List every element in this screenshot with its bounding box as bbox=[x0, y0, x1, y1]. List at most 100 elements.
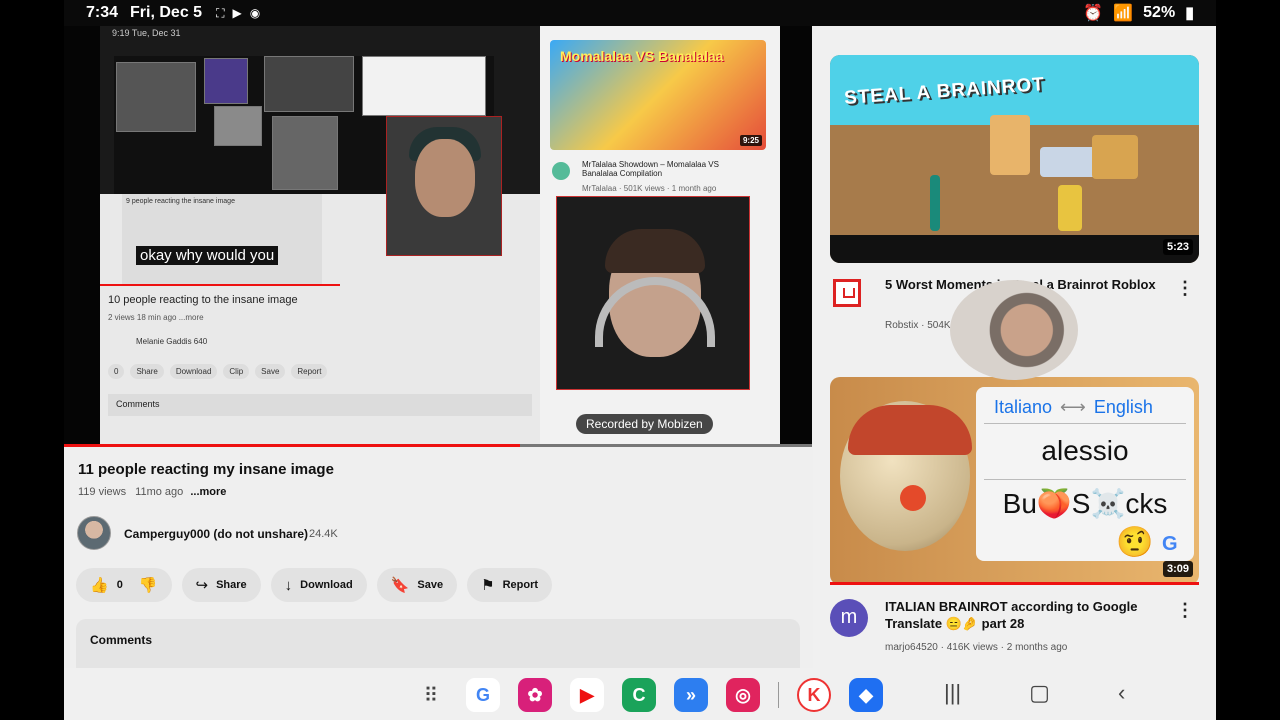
dock-separator bbox=[778, 682, 779, 708]
video-player[interactable]: 9:19 Tue, Dec 31 9 people reacting the i… bbox=[64, 26, 812, 446]
google-logo-icon: G bbox=[1162, 533, 1178, 555]
recorded-status-bar: 9:19 Tue, Dec 31 bbox=[112, 28, 181, 38]
home-icon[interactable]: ▢ bbox=[1029, 680, 1050, 706]
translate-card: Italiano ⟷ English alessio Bu🍑S☠️cks 🤨 G bbox=[976, 387, 1194, 561]
stick-figure bbox=[930, 175, 940, 231]
screen-recorder-app-icon[interactable]: ◎ bbox=[726, 678, 760, 712]
share-icon: ↪ bbox=[195, 577, 209, 594]
video-duration: 3:09 bbox=[1162, 561, 1193, 577]
more-link[interactable]: ...more bbox=[190, 486, 226, 498]
swap-arrow-icon: ⟷ bbox=[1060, 397, 1086, 417]
save-button[interactable]: 🔖 Save bbox=[376, 568, 458, 602]
phone-app-icon[interactable]: C bbox=[622, 678, 656, 712]
recorded-video-title: 10 people reacting to the insane image bbox=[108, 294, 298, 306]
notification-icons: ⛶ ▶ ◉ bbox=[216, 6, 260, 21]
video-caption: okay why would you bbox=[136, 246, 279, 265]
battery-icon: ▮ bbox=[1185, 5, 1194, 22]
nested-product-card bbox=[362, 56, 486, 116]
recorded-sub-card: 9 people reacting the insane image bbox=[122, 194, 322, 284]
side-video-title: MrTalalaa Showdown – Momalalaa VS Banala… bbox=[582, 160, 719, 178]
share-button[interactable]: ↪ Share bbox=[181, 568, 261, 602]
thumbs-up-icon[interactable]: 👍 bbox=[90, 576, 109, 594]
share-label: Share bbox=[216, 579, 247, 591]
car-figure bbox=[1040, 147, 1096, 177]
recommendation-title[interactable]: ITALIAN BRAINROT according to Google Tra… bbox=[885, 598, 1165, 632]
recorded-action: Download bbox=[169, 364, 218, 379]
like-count: 0 bbox=[116, 579, 123, 591]
creature-figure bbox=[1092, 135, 1138, 179]
screenshot-icon: ⛶ bbox=[216, 5, 225, 20]
bookmark-icon: 🔖 bbox=[390, 577, 410, 594]
channel-avatar[interactable] bbox=[77, 516, 111, 550]
recents-icon[interactable]: ||| bbox=[944, 680, 961, 706]
recorded-action: Save bbox=[255, 364, 286, 379]
channel-avatar[interactable] bbox=[833, 279, 861, 307]
gallery-app-icon[interactable]: ✿ bbox=[518, 678, 552, 712]
recorded-progress bbox=[100, 284, 340, 286]
nested-thumbnail bbox=[272, 116, 338, 190]
record-icon: ◉ bbox=[249, 5, 261, 20]
more-options-icon[interactable]: ⋮ bbox=[1176, 600, 1194, 621]
nested-thumbnail bbox=[204, 58, 248, 104]
channel-avatar[interactable]: m bbox=[830, 599, 868, 637]
face bbox=[415, 139, 475, 217]
alarm-icon: ⏰ bbox=[1083, 5, 1104, 22]
recorded-side-thumbnail: Momalalaa VS Banalalaa 9:25 bbox=[550, 40, 766, 150]
thumbs-down-icon[interactable]: 👎 bbox=[139, 576, 158, 594]
roblox-figure bbox=[1058, 185, 1082, 231]
divider bbox=[984, 479, 1186, 480]
webcam-overlay bbox=[556, 196, 750, 390]
navigation-bar: ⠿ G ✿ ▶ C » ◎ K ◆ ||| ▢ ‹ bbox=[64, 668, 1216, 720]
flag-icon: ⚑ bbox=[481, 577, 495, 594]
side-thumbnail-text: Momalalaa VS Banalalaa bbox=[560, 48, 724, 64]
youtube-app-icon[interactable]: ▶ bbox=[570, 678, 604, 712]
youtube-notification-icon: ▶ bbox=[232, 5, 242, 20]
character-figure bbox=[990, 115, 1030, 175]
back-icon[interactable]: ‹ bbox=[1118, 680, 1125, 706]
download-button[interactable]: ↓ Download bbox=[270, 568, 367, 602]
system-icons: ⏰ 📶 52% ▮ bbox=[1083, 3, 1194, 23]
report-label: Report bbox=[502, 579, 539, 591]
channel-name[interactable]: Camperguy000 (do not unshare) bbox=[124, 527, 308, 541]
target-language: English bbox=[1093, 397, 1153, 417]
translated-word: Bu🍑S☠️cks bbox=[1002, 488, 1168, 519]
sub-card-title: 9 people reacting the insane image bbox=[126, 198, 235, 205]
recommendation-thumbnail[interactable]: STEAL A BRAINROT 5:23 bbox=[830, 55, 1199, 263]
upload-age: 11mo ago bbox=[135, 486, 184, 498]
recorded-action: Clip bbox=[223, 364, 250, 379]
divider bbox=[984, 423, 1186, 424]
watched-progress bbox=[830, 582, 1199, 585]
cap bbox=[848, 405, 972, 455]
language-pair: Italiano ⟷ English bbox=[994, 397, 1153, 418]
recorded-webcam bbox=[386, 116, 502, 256]
video-duration: 5:23 bbox=[1162, 239, 1193, 255]
soccer-ball-character bbox=[840, 401, 972, 551]
source-language: Italiano bbox=[994, 397, 1053, 417]
more-options-icon[interactable]: ⋮ bbox=[1176, 278, 1194, 299]
recommendation-thumbnail[interactable]: Italiano ⟷ English alessio Bu🍑S☠️cks 🤨 G 3… bbox=[830, 377, 1199, 585]
kinemaster-app-icon[interactable]: K bbox=[797, 678, 831, 712]
save-label: Save bbox=[417, 579, 444, 591]
google-app-icon[interactable]: G bbox=[466, 678, 500, 712]
webcam-bubble[interactable] bbox=[950, 280, 1078, 380]
side-duration: 9:25 bbox=[739, 135, 762, 146]
nested-thumbnail bbox=[214, 106, 262, 146]
progress-played[interactable] bbox=[64, 444, 520, 447]
nested-thumbnail bbox=[116, 62, 196, 132]
battery-level: 52% bbox=[1143, 4, 1176, 21]
nested-thumbnail bbox=[264, 56, 354, 112]
tablet-screen: 7:34 Fri, Dec 5 ⛶ ▶ ◉ ⏰ 📶 52% ▮ 9:19 Tue… bbox=[64, 0, 1216, 720]
like-dislike-button[interactable]: 👍 0 👎 bbox=[76, 568, 172, 602]
report-button[interactable]: ⚑ Report bbox=[467, 568, 553, 602]
roblox-app-icon[interactable]: ◆ bbox=[849, 678, 883, 712]
system-navigation: ||| ▢ ‹ bbox=[944, 680, 1125, 706]
action-bar: 👍 0 👎 ↪ Share ↓ Download 🔖 Save ⚑ Report bbox=[76, 568, 553, 602]
media-app-icon[interactable]: » bbox=[674, 678, 708, 712]
hair bbox=[605, 229, 705, 273]
app-dock: ⠿ G ✿ ▶ C » ◎ K ◆ bbox=[414, 678, 883, 712]
progress-remaining[interactable] bbox=[520, 444, 812, 447]
video-meta: 119 views 11mo ago ...more bbox=[78, 486, 226, 498]
recorded-action: Report bbox=[291, 364, 328, 379]
recorded-action: Share bbox=[130, 364, 164, 379]
app-drawer-icon[interactable]: ⠿ bbox=[414, 678, 448, 712]
